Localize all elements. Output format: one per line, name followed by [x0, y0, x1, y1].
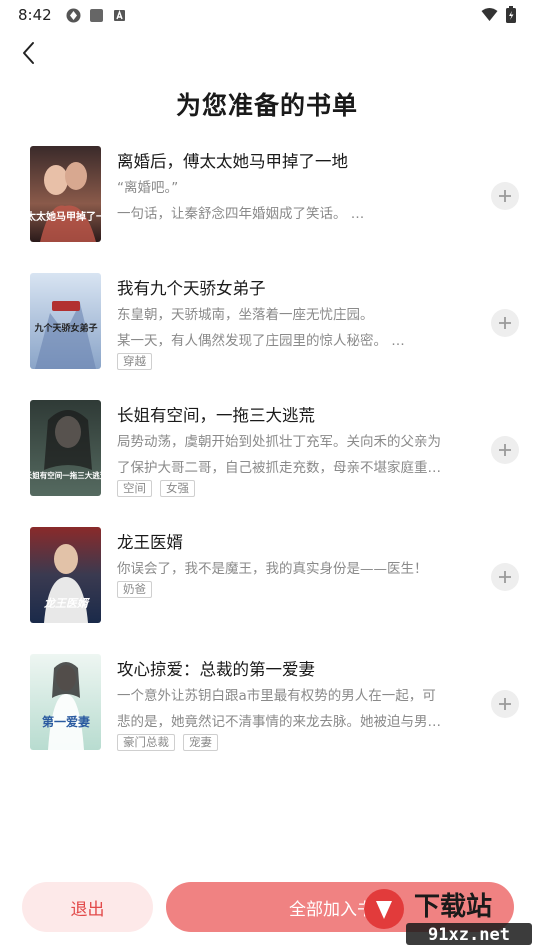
book-item[interactable]: 九个天骄女弟子 我有九个天骄女弟子 东皇朝，天骄城南，坐落着一座无忧庄园。 某一…	[0, 273, 534, 373]
book-cover[interactable]: 第一爱妻	[30, 654, 101, 750]
battery-icon	[506, 6, 516, 27]
book-description: 你误会了，我不是魔王，我的真实身份是——医生！	[117, 561, 428, 577]
book-title: 我有九个天骄女弟子	[117, 279, 266, 298]
plus-icon	[499, 698, 511, 710]
book-item[interactable]: 第一爱妻 攻心掠爱：总裁的第一爱妻 一个意外让苏钥白跟a市里最有权势的男人在一起…	[0, 654, 534, 754]
cover-text: 长姐有空间一拖三大逃荒	[30, 470, 101, 480]
exit-button[interactable]: 退出	[22, 882, 153, 932]
add-to-shelf-button[interactable]	[491, 690, 519, 718]
book-cover[interactable]: 九个天骄女弟子	[30, 273, 101, 369]
wifi-icon	[481, 7, 498, 26]
plus-icon	[499, 444, 511, 456]
book-description: 局势动荡，虞朝开始到处抓壮丁充军。关向禾的父亲为 了保护大哥二哥，自己被抓走充数…	[117, 434, 441, 476]
book-item[interactable]: 傅太太她马甲掉了一地 离婚后，傅太太她马甲掉了一地 “离婚吧。” 一句话，让秦舒…	[0, 146, 534, 246]
plus-icon	[499, 317, 511, 329]
add-to-shelf-button[interactable]	[491, 436, 519, 464]
book-cover[interactable]: 长姐有空间一拖三大逃荒	[30, 400, 101, 496]
add-to-shelf-button[interactable]	[491, 309, 519, 337]
book-title: 长姐有空间，一拖三大逃荒	[117, 406, 315, 425]
plus-icon	[499, 571, 511, 583]
page-title: 为您准备的书单	[175, 91, 358, 120]
tag[interactable]: 空间	[117, 480, 152, 497]
status-bar: 8:42	[0, 0, 534, 30]
cover-text: 龙王医婿	[43, 597, 90, 610]
book-cover[interactable]: 傅太太她马甲掉了一地	[30, 146, 101, 242]
square-notification-icon	[89, 8, 104, 23]
tag[interactable]: 豪门总裁	[117, 734, 175, 751]
svg-text:91xz.net: 91xz.net	[428, 925, 510, 945]
tag[interactable]: 宠妻	[183, 734, 218, 751]
back-button[interactable]	[14, 38, 44, 68]
chevron-left-icon	[23, 42, 34, 64]
add-to-shelf-button[interactable]	[491, 182, 519, 210]
plus-icon	[499, 190, 511, 202]
book-title: 离婚后，傅太太她马甲掉了一地	[117, 152, 348, 171]
book-description: 东皇朝，天骄城南，坐落着一座无忧庄园。 某一天，有人偶然发现了庄园里的惊人秘密。…	[117, 307, 405, 349]
book-cover[interactable]: 龙王医婿	[30, 527, 101, 623]
watermark-logo: 下载站 91xz.net	[362, 885, 534, 950]
book-item[interactable]: 龙王医婿 龙王医婿 你误会了，我不是魔王，我的真实身份是——医生！ 奶爸	[0, 527, 534, 627]
book-description: 一个意外让苏钥白跟a市里最有权势的男人在一起，可 悲的是，她竟然记不清事情的来龙…	[117, 688, 441, 730]
tag[interactable]: 奶爸	[117, 581, 152, 598]
cover-text: 傅太太她马甲掉了一地	[30, 210, 101, 223]
add-to-shelf-button[interactable]	[491, 563, 519, 591]
cover-text: 九个天骄女弟子	[33, 322, 97, 334]
tag-list: 奶爸	[117, 581, 152, 598]
book-title: 龙王医婿	[117, 533, 183, 552]
a-notification-icon	[112, 8, 127, 23]
tag-list: 穿越	[117, 353, 152, 370]
status-time: 8:42	[18, 6, 52, 24]
book-item[interactable]: 长姐有空间一拖三大逃荒 长姐有空间，一拖三大逃荒 局势动荡，虞朝开始到处抓壮丁充…	[0, 400, 534, 500]
cover-text: 第一爱妻	[42, 714, 90, 729]
tag[interactable]: 穿越	[117, 353, 152, 370]
book-description: “离婚吧。” 一句话，让秦舒念四年婚姻成了笑话。 …	[117, 180, 365, 222]
tag-list: 空间 女强	[117, 480, 195, 497]
app-notification-icon	[66, 8, 81, 23]
tag[interactable]: 女强	[160, 480, 195, 497]
tag-list: 豪门总裁 宠妻	[117, 734, 218, 751]
svg-text:下载站: 下载站	[414, 892, 492, 922]
book-title: 攻心掠爱：总裁的第一爱妻	[117, 660, 315, 679]
